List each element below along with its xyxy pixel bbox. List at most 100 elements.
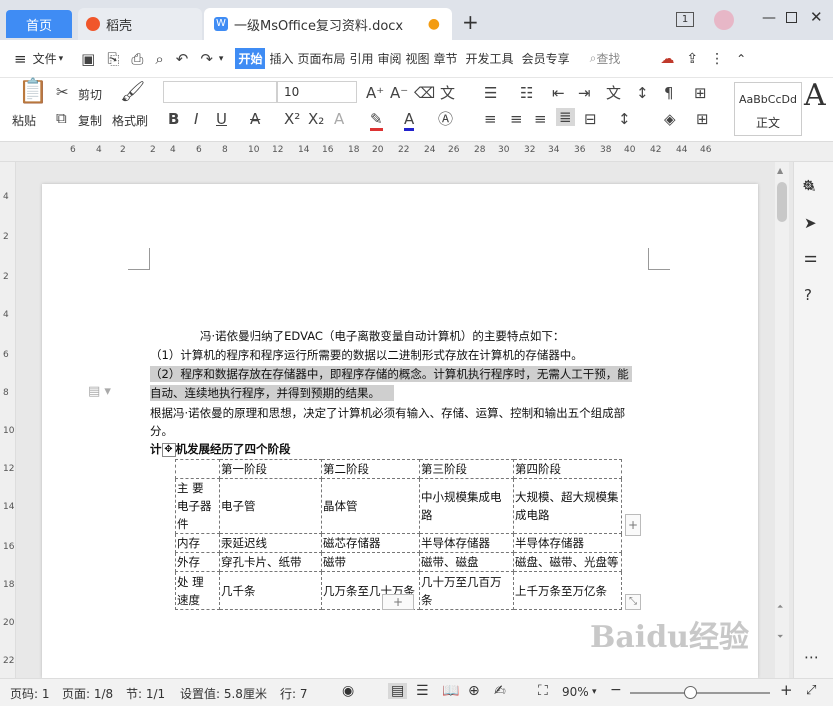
zoom-slider[interactable] (630, 692, 770, 694)
adjust-icon[interactable]: ⚌ (804, 248, 817, 266)
table-cell[interactable]: 磁带、磁盘 (419, 552, 514, 572)
heading-stages[interactable]: 计 ✥ 机发展经历了四个阶段 (150, 441, 291, 457)
new-tab-button[interactable]: + (462, 10, 479, 34)
table-cell[interactable]: 上千万条至万亿条 (513, 571, 622, 610)
search-icon[interactable]: ⌕ (590, 51, 597, 66)
cut-icon[interactable]: ✂ (56, 83, 69, 101)
vertical-scrollbar[interactable]: ▲ ⏶ ⏷ (775, 162, 789, 678)
italic-icon[interactable]: I (194, 110, 198, 128)
status-setting[interactable]: 设置值: 5.8厘米 (180, 685, 267, 702)
window-count-icon[interactable]: 1 (676, 12, 694, 27)
horizontal-ruler[interactable]: 6 4 2 2 4 6 8 10 12 14 16 18 20 22 24 26 28 30 32 34 36 38 40 4… (0, 142, 833, 162)
zoom-dropdown-icon[interactable]: ▾ (592, 687, 597, 697)
chevron-down-icon[interactable]: ▾ (59, 54, 64, 64)
table-cell[interactable]: 半导体存储器 (513, 533, 622, 553)
highlight-icon[interactable]: ✎ (370, 110, 383, 131)
share-icon[interactable]: ⇪ (686, 51, 698, 67)
tab-document[interactable]: W 一级MsOffice复习资料.docx ● (204, 8, 452, 40)
table-cell[interactable]: 磁带 (321, 552, 420, 572)
tab-daoke[interactable]: 稻壳 (78, 8, 202, 40)
table-cell[interactable]: 中小规模集成电路 (419, 478, 514, 534)
justify-icon[interactable]: ≣ (556, 108, 575, 126)
menu-layout[interactable]: 页面布局 (297, 50, 345, 67)
paragraph-4-line-1[interactable]: 根据冯·诺依曼的原理和思想，决定了计算机必须有输入、存储、运算、控制和输出五个组… (150, 405, 625, 421)
table-cell[interactable]: 电子管 (219, 478, 322, 534)
table-move-handle-icon[interactable]: ✥ (161, 442, 176, 457)
vertical-ruler[interactable]: 4 2 2 4 6 8 10 12 14 16 18 20 22 (0, 162, 16, 678)
shrink-font-icon[interactable]: A⁻ (390, 84, 408, 102)
copy-icon[interactable]: ⧉ (56, 109, 67, 127)
table-cell[interactable]: 汞延迟线 (219, 533, 322, 553)
table-row[interactable]: 内存 汞延迟线 磁芯存储器 半导体存储器 半导体存储器 (175, 533, 622, 553)
cloud-sync-icon[interactable]: ☁ (660, 51, 674, 67)
chinese-layout-icon[interactable]: 文 (606, 84, 621, 102)
cursor-icon[interactable]: ➤ (804, 214, 817, 232)
style-heading-preview[interactable]: A (804, 78, 826, 113)
tab-icon[interactable]: ⊞ (694, 84, 707, 102)
align-left-icon[interactable]: ≡ (484, 110, 497, 128)
superscript-icon[interactable]: X² (284, 110, 300, 128)
shading-icon[interactable]: ◈ (664, 110, 676, 128)
strikethrough-icon[interactable]: A (250, 110, 260, 128)
export-icon[interactable]: ⎘ (107, 50, 119, 68)
reading-view-icon[interactable]: 📖 (442, 683, 459, 699)
sort-icon[interactable]: ↕ (636, 84, 649, 102)
minimize-icon[interactable]: — (762, 10, 776, 26)
status-pages[interactable]: 页面: 1/8 (62, 685, 113, 702)
zoom-level[interactable]: 90% (562, 685, 589, 699)
save-icon[interactable]: ▣ (81, 50, 95, 68)
table-cell[interactable]: 磁芯存储器 (321, 533, 420, 553)
avatar[interactable] (714, 10, 734, 30)
stages-table[interactable]: 第一阶段 第二阶段 第三阶段 第四阶段主 要 电子器件 电子管 晶体管 中小规模集成电路 大规… (175, 459, 622, 610)
menu-file[interactable]: 文件 (33, 50, 57, 67)
table-row[interactable]: 第一阶段 第二阶段 第三阶段 第四阶段 (175, 459, 622, 479)
zoom-out-icon[interactable]: − (610, 682, 622, 698)
outline-view-icon[interactable]: ☰ (416, 683, 429, 699)
hamburger-icon[interactable]: ≡ (14, 50, 27, 68)
bullet-list-icon[interactable]: ☰ (484, 84, 497, 102)
paragraph-3-line-1[interactable]: （2）程序和数据存放在存储器中，即程序存储的概念。计算机执行程序时，无需人工干预… (150, 366, 632, 382)
eye-protection-icon[interactable]: ◉ (342, 683, 354, 699)
style-normal[interactable]: AaBbCcDd 正文 (734, 82, 802, 136)
undo-icon[interactable]: ↶ (176, 50, 189, 68)
more-options-icon[interactable]: ⋯ (804, 648, 819, 666)
menu-insert[interactable]: 插入 (269, 50, 293, 67)
more-icon[interactable]: ⋮ (710, 51, 724, 67)
add-column-button[interactable]: + (625, 514, 641, 536)
fullscreen-icon[interactable]: ⤢ (806, 683, 816, 698)
paragraph-1[interactable]: 冯·诺依曼归纳了EDVAC（电子离散变量自动计算机）的主要特点如下： (200, 328, 564, 344)
status-section[interactable]: 节: 1/1 (126, 685, 165, 702)
table-cell[interactable]: 穿孔卡片、纸带 (219, 552, 322, 572)
paste-icon[interactable]: 📋 (18, 79, 48, 103)
redo-icon[interactable]: ↷ (200, 50, 213, 68)
align-right-icon[interactable]: ≡ (534, 110, 547, 128)
table-row[interactable]: 主 要 电子器件 电子管 晶体管 中小规模集成电路 大规模、超大规模集成电路 (175, 478, 622, 534)
copy-button[interactable]: 复制 (78, 112, 102, 129)
numbered-list-icon[interactable]: ☷ (520, 84, 533, 102)
menu-view[interactable]: 视图 (406, 50, 430, 67)
line-spacing-icon[interactable]: ↕ (618, 110, 631, 128)
fit-page-icon[interactable]: ⛶ (538, 683, 548, 699)
show-marks-icon[interactable]: ¶ (664, 84, 674, 102)
menu-references[interactable]: 引用 (349, 50, 373, 67)
table-cell[interactable]: 晶体管 (321, 478, 420, 534)
edit-pen-icon[interactable]: ✎ (804, 178, 817, 196)
status-row[interactable]: 行: 7 (280, 685, 308, 702)
decrease-indent-icon[interactable]: ⇤ (552, 84, 565, 102)
paragraph-4-line-2[interactable]: 分。 (150, 423, 173, 439)
format-painter-button[interactable]: 格式刷 (112, 112, 148, 129)
bold-icon[interactable]: B (168, 110, 179, 128)
zoom-in-icon[interactable]: + (780, 681, 793, 699)
grow-font-icon[interactable]: A⁺ (366, 84, 384, 102)
status-page[interactable]: 页码: 1 (10, 685, 50, 702)
increase-indent-icon[interactable]: ⇥ (578, 84, 591, 102)
cut-button[interactable]: 剪切 (78, 86, 102, 103)
table-resize-handle-icon[interactable]: ⤡ (625, 594, 641, 610)
tab-home[interactable]: 首页 (6, 10, 72, 38)
table-cell[interactable]: 处 理 速度 (175, 571, 220, 610)
table-cell[interactable]: 外存 (175, 552, 220, 572)
font-color-icon[interactable]: A (404, 110, 415, 131)
menu-chapter[interactable]: 章节 (434, 50, 458, 67)
search-label[interactable]: 查找 (596, 50, 620, 67)
paste-button[interactable]: 粘贴 (12, 112, 36, 129)
